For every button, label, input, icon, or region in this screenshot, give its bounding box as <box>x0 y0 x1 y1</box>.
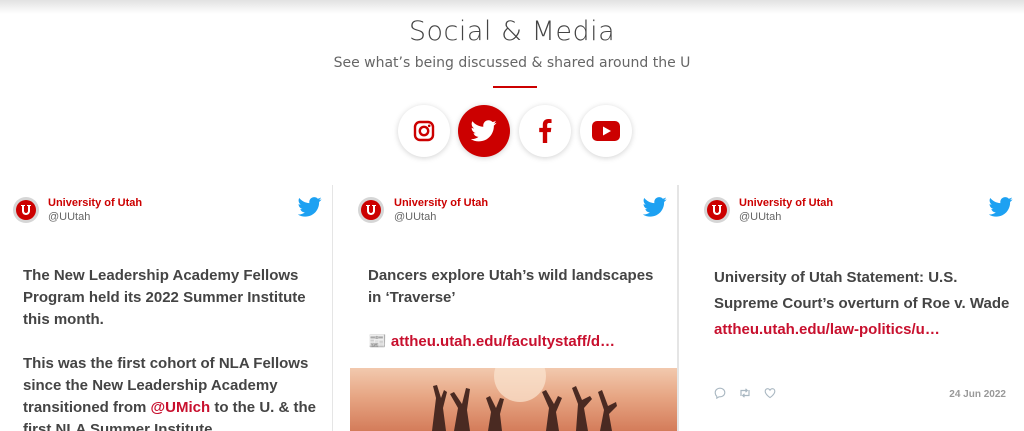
avatar[interactable] <box>704 197 730 223</box>
tweet-card[interactable]: University of Utah @UUtah University of … <box>678 185 1024 431</box>
tweet-paragraph: University of Utah Statement: U.S. Supre… <box>714 269 1010 338</box>
youtube-icon <box>592 121 620 141</box>
account-handle[interactable]: @UUtah <box>739 211 781 223</box>
tweet-actions <box>714 387 776 399</box>
account-name[interactable]: University of Utah <box>394 197 488 209</box>
account-name[interactable]: University of Utah <box>48 197 142 209</box>
tweet-paragraph: Dancers explore Utah’s wild landscapes i… <box>368 267 654 306</box>
newspaper-icon: 📰 <box>368 333 387 350</box>
twitter-icon[interactable] <box>989 197 1013 217</box>
section-subtitle: See what’s being discussed & shared arou… <box>333 55 691 71</box>
account-handle[interactable]: @UUtah <box>48 211 90 223</box>
tweet-paragraph: The New Leadership Academy Fellows Progr… <box>23 267 306 328</box>
avatar[interactable] <box>358 197 384 223</box>
avatar[interactable] <box>13 197 39 223</box>
twitter-icon <box>471 120 497 142</box>
article-link[interactable]: attheu.utah.edu/facultystaff/d… <box>391 333 615 350</box>
tweet-text: University of Utah Statement: U.S. Supre… <box>714 265 1012 343</box>
twitter-icon[interactable] <box>643 197 667 217</box>
block-u-logo-icon <box>366 205 376 215</box>
block-u-logo-icon <box>712 205 722 215</box>
like-icon[interactable] <box>764 387 776 399</box>
tweet-text: The New Leadership Academy Fellows Progr… <box>23 265 321 431</box>
reply-icon[interactable] <box>714 387 726 399</box>
twitter-button[interactable] <box>458 105 510 157</box>
article-link[interactable]: attheu.utah.edu/law-politics/u… <box>714 321 940 338</box>
tweet-text: Dancers explore Utah’s wild landscapes i… <box>368 265 666 353</box>
top-shade <box>0 0 1024 14</box>
youtube-button[interactable] <box>580 105 632 157</box>
social-tabs <box>398 105 632 157</box>
account-handle[interactable]: @UUtah <box>394 211 436 223</box>
tweet-paragraph: This was the first cohort of NLA Fellows… <box>23 355 316 431</box>
tweet-card[interactable]: University of Utah @UUtah The New Leader… <box>0 185 333 431</box>
retweet-icon[interactable] <box>738 387 752 399</box>
tweet-date[interactable]: 24 Jun 2022 <box>949 389 1006 400</box>
mention-link[interactable]: @UMich <box>151 399 211 416</box>
instagram-icon <box>413 120 435 142</box>
facebook-icon <box>539 119 552 143</box>
title-divider <box>493 86 537 88</box>
twitter-icon[interactable] <box>298 197 322 217</box>
facebook-button[interactable] <box>519 105 571 157</box>
tweet-card[interactable]: University of Utah @UUtah Dancers explor… <box>333 185 678 431</box>
block-u-logo-icon <box>21 205 31 215</box>
tweet-paragraph: 📰 attheu.utah.edu/facultystaff/d… <box>368 331 666 353</box>
instagram-button[interactable] <box>398 105 450 157</box>
tweet-media-image[interactable] <box>350 368 677 431</box>
section-title: Social & Media <box>408 16 616 47</box>
account-name[interactable]: University of Utah <box>739 197 833 209</box>
dancers-photo <box>432 368 617 431</box>
